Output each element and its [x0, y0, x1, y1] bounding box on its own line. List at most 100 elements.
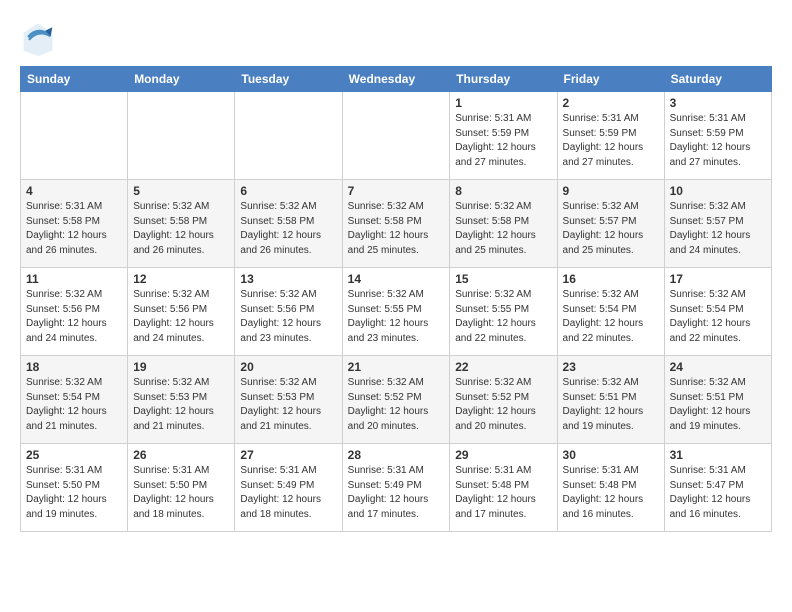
day-number: 20 [240, 360, 336, 374]
day-info: Sunrise: 5:31 AM Sunset: 5:47 PM Dayligh… [670, 464, 766, 522]
calendar-cell: 22 Sunrise: 5:32 AM Sunset: 5:52 PM Dayli… [450, 356, 557, 444]
day-info: Sunrise: 5:32 AM Sunset: 5:55 PM Dayligh… [455, 288, 551, 346]
day-info: Sunrise: 5:32 AM Sunset: 5:57 PM Dayligh… [563, 200, 659, 258]
calendar-week-1: 1 Sunrise: 5:31 AM Sunset: 5:59 PM Daylig… [21, 92, 772, 180]
day-number: 17 [670, 272, 766, 286]
col-header-sunday: Sunday [21, 67, 128, 92]
calendar-cell [128, 92, 235, 180]
calendar-week-2: 4 Sunrise: 5:31 AM Sunset: 5:58 PM Daylig… [21, 180, 772, 268]
col-header-monday: Monday [128, 67, 235, 92]
day-number: 18 [26, 360, 122, 374]
day-number: 24 [670, 360, 766, 374]
calendar-week-5: 25 Sunrise: 5:31 AM Sunset: 5:50 PM Dayli… [21, 444, 772, 532]
logo-icon [20, 20, 56, 56]
calendar-cell: 23Sunrise: 5:32 AM Sunset: 5:51 PM Dayli… [557, 356, 664, 444]
day-info: Sunrise: 5:31 AM Sunset: 5:58 PM Dayligh… [26, 200, 122, 258]
day-info: Sunrise: 5:31 AM Sunset: 5:50 PM Dayligh… [26, 464, 122, 522]
calendar-cell: 29Sunrise: 5:31 AM Sunset: 5:48 PM Dayli… [450, 444, 557, 532]
day-info: Sunrise: 5:32 AM Sunset: 5:58 PM Dayligh… [455, 200, 551, 258]
page: SundayMondayTuesdayWednesdayThursdayFrid… [0, 0, 792, 542]
calendar-cell: 2 Sunrise: 5:31 AM Sunset: 5:59 PM Daylig… [557, 92, 664, 180]
day-info: Sunrise: 5:31 AM Sunset: 5:49 PM Dayligh… [240, 464, 336, 522]
calendar-cell: 1 Sunrise: 5:31 AM Sunset: 5:59 PM Daylig… [450, 92, 557, 180]
day-number: 12 [133, 272, 229, 286]
day-number: 15 [455, 272, 551, 286]
logo [20, 20, 62, 56]
day-info: Sunrise: 5:31 AM Sunset: 5:49 PM Dayligh… [348, 464, 445, 522]
calendar-table: SundayMondayTuesdayWednesdayThursdayFrid… [20, 66, 772, 532]
day-info: Sunrise: 5:32 AM Sunset: 5:52 PM Dayligh… [455, 376, 551, 434]
calendar-week-4: 18 Sunrise: 5:32 AM Sunset: 5:54 PM Dayli… [21, 356, 772, 444]
col-header-tuesday: Tuesday [235, 67, 342, 92]
col-header-wednesday: Wednesday [342, 67, 450, 92]
calendar-cell: 18 Sunrise: 5:32 AM Sunset: 5:54 PM Dayli… [21, 356, 128, 444]
day-number: 27 [240, 448, 336, 462]
day-number: 19 [133, 360, 229, 374]
calendar-cell: 10 Sunrise: 5:32 AM Sunset: 5:57 PM Dayli… [664, 180, 771, 268]
calendar-cell: 19 Sunrise: 5:32 AM Sunset: 5:53 PM Dayli… [128, 356, 235, 444]
day-info: Sunrise: 5:32 AM Sunset: 5:58 PM Dayligh… [133, 200, 229, 258]
day-number: 5 [133, 184, 229, 198]
day-info: Sunrise: 5:32 AM Sunset: 5:54 PM Dayligh… [563, 288, 659, 346]
day-number: 22 [455, 360, 551, 374]
header-row: SundayMondayTuesdayWednesdayThursdayFrid… [21, 67, 772, 92]
day-number: 31 [670, 448, 766, 462]
day-number: 28 [348, 448, 445, 462]
day-info: Sunrise: 5:32 AM Sunset: 5:53 PM Dayligh… [240, 376, 336, 434]
calendar-cell: 4 Sunrise: 5:31 AM Sunset: 5:58 PM Daylig… [21, 180, 128, 268]
day-number: 2 [563, 96, 659, 110]
calendar-cell [21, 92, 128, 180]
day-info: Sunrise: 5:32 AM Sunset: 5:57 PM Dayligh… [670, 200, 766, 258]
calendar-cell: 5 Sunrise: 5:32 AM Sunset: 5:58 PM Daylig… [128, 180, 235, 268]
calendar-cell: 21Sunrise: 5:32 AM Sunset: 5:52 PM Dayli… [342, 356, 450, 444]
calendar-cell: 16Sunrise: 5:32 AM Sunset: 5:54 PM Dayli… [557, 268, 664, 356]
calendar-cell: 25 Sunrise: 5:31 AM Sunset: 5:50 PM Dayli… [21, 444, 128, 532]
day-info: Sunrise: 5:32 AM Sunset: 5:53 PM Dayligh… [133, 376, 229, 434]
day-number: 13 [240, 272, 336, 286]
day-info: Sunrise: 5:31 AM Sunset: 5:48 PM Dayligh… [455, 464, 551, 522]
calendar-cell: 27 Sunrise: 5:31 AM Sunset: 5:49 PM Dayli… [235, 444, 342, 532]
calendar-cell: 30 Sunrise: 5:31 AM Sunset: 5:48 PM Dayli… [557, 444, 664, 532]
day-number: 6 [240, 184, 336, 198]
day-number: 10 [670, 184, 766, 198]
col-header-thursday: Thursday [450, 67, 557, 92]
day-info: Sunrise: 5:32 AM Sunset: 5:58 PM Dayligh… [240, 200, 336, 258]
calendar-cell: 7Sunrise: 5:32 AM Sunset: 5:58 PM Daylig… [342, 180, 450, 268]
day-number: 21 [348, 360, 445, 374]
day-number: 1 [455, 96, 551, 110]
day-info: Sunrise: 5:31 AM Sunset: 5:50 PM Dayligh… [133, 464, 229, 522]
calendar-cell [235, 92, 342, 180]
calendar-cell: 6 Sunrise: 5:32 AM Sunset: 5:58 PM Daylig… [235, 180, 342, 268]
day-info: Sunrise: 5:31 AM Sunset: 5:59 PM Dayligh… [455, 112, 551, 170]
day-info: Sunrise: 5:32 AM Sunset: 5:54 PM Dayligh… [670, 288, 766, 346]
col-header-friday: Friday [557, 67, 664, 92]
day-number: 26 [133, 448, 229, 462]
day-number: 25 [26, 448, 122, 462]
calendar-cell: 17 Sunrise: 5:32 AM Sunset: 5:54 PM Dayli… [664, 268, 771, 356]
header [20, 20, 772, 56]
day-info: Sunrise: 5:32 AM Sunset: 5:55 PM Dayligh… [348, 288, 445, 346]
day-number: 30 [563, 448, 659, 462]
day-number: 9 [563, 184, 659, 198]
calendar-cell: 3 Sunrise: 5:31 AM Sunset: 5:59 PM Daylig… [664, 92, 771, 180]
day-info: Sunrise: 5:31 AM Sunset: 5:59 PM Dayligh… [563, 112, 659, 170]
calendar-cell: 12 Sunrise: 5:32 AM Sunset: 5:56 PM Dayli… [128, 268, 235, 356]
day-number: 14 [348, 272, 445, 286]
day-number: 23 [563, 360, 659, 374]
day-number: 8 [455, 184, 551, 198]
calendar-cell: 26 Sunrise: 5:31 AM Sunset: 5:50 PM Dayli… [128, 444, 235, 532]
day-info: Sunrise: 5:32 AM Sunset: 5:54 PM Dayligh… [26, 376, 122, 434]
day-info: Sunrise: 5:32 AM Sunset: 5:58 PM Dayligh… [348, 200, 445, 258]
day-info: Sunrise: 5:31 AM Sunset: 5:59 PM Dayligh… [670, 112, 766, 170]
day-info: Sunrise: 5:31 AM Sunset: 5:48 PM Dayligh… [563, 464, 659, 522]
calendar-week-3: 11Sunrise: 5:32 AM Sunset: 5:56 PM Dayli… [21, 268, 772, 356]
calendar-cell: 11Sunrise: 5:32 AM Sunset: 5:56 PM Dayli… [21, 268, 128, 356]
day-info: Sunrise: 5:32 AM Sunset: 5:56 PM Dayligh… [133, 288, 229, 346]
calendar-cell: 8 Sunrise: 5:32 AM Sunset: 5:58 PM Daylig… [450, 180, 557, 268]
calendar-cell: 14 Sunrise: 5:32 AM Sunset: 5:55 PM Dayli… [342, 268, 450, 356]
calendar-cell: 20 Sunrise: 5:32 AM Sunset: 5:53 PM Dayli… [235, 356, 342, 444]
calendar-cell [342, 92, 450, 180]
day-info: Sunrise: 5:32 AM Sunset: 5:56 PM Dayligh… [26, 288, 122, 346]
day-number: 4 [26, 184, 122, 198]
day-number: 3 [670, 96, 766, 110]
